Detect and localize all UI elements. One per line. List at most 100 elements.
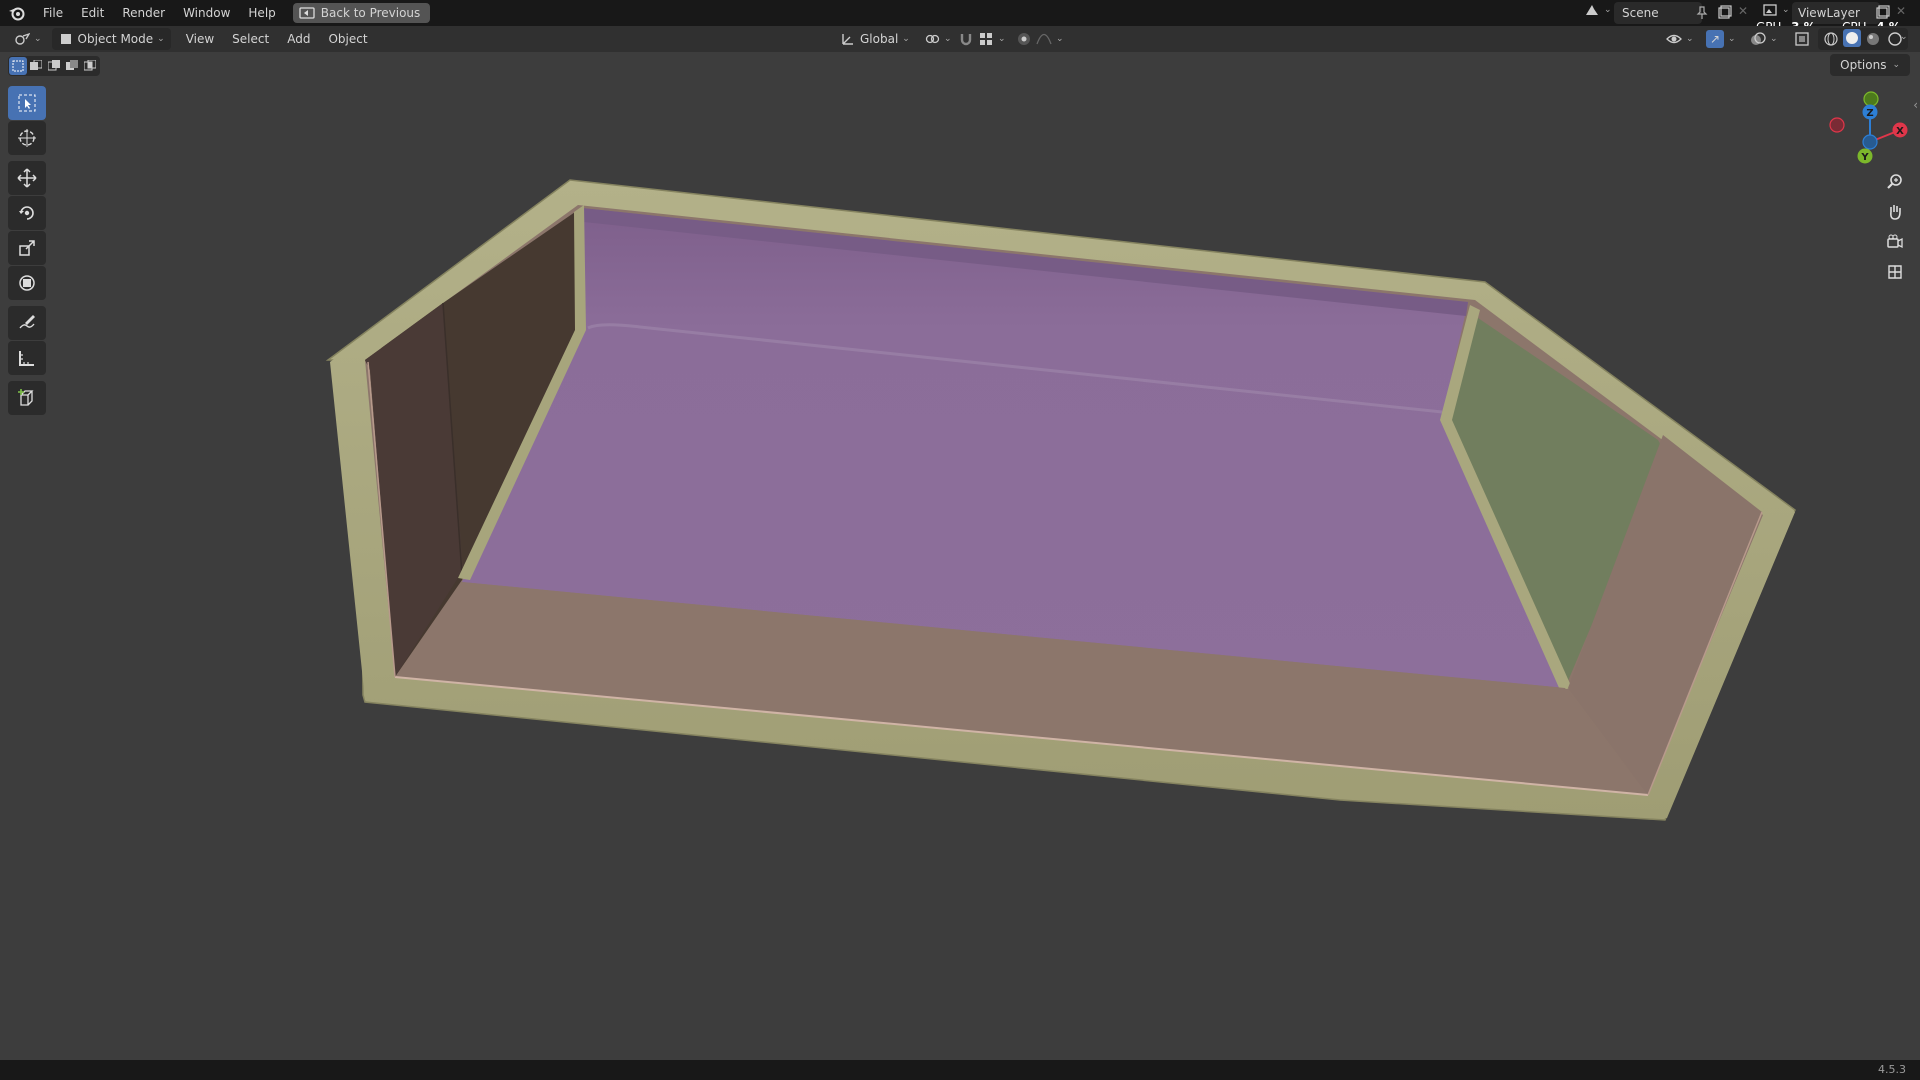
select-extend-icon[interactable] — [27, 57, 45, 75]
cursor-tool[interactable] — [8, 121, 46, 155]
new-view-layer-icon[interactable] — [1874, 5, 1890, 21]
rotate-icon — [19, 206, 34, 220]
pivot-icon — [925, 34, 940, 44]
select-intersect-icon[interactable] — [81, 57, 99, 75]
blender-logo-icon[interactable] — [0, 0, 34, 26]
scene-icon — [1586, 5, 1598, 15]
header-menu-object[interactable]: Object — [319, 26, 376, 52]
transform-orientation-selector[interactable]: Global ⌄ — [834, 28, 916, 50]
material-preview-shading-icon[interactable] — [1865, 31, 1881, 47]
overlays-icon — [1751, 32, 1766, 45]
perspective-toggle-button[interactable] — [1882, 259, 1908, 285]
tray-model[interactable] — [325, 179, 1796, 821]
rotate-tool[interactable] — [8, 196, 46, 230]
options-label: Options — [1840, 58, 1887, 72]
add-cube-icon — [18, 389, 34, 406]
orientation-axes-icon — [842, 34, 853, 45]
add-cube-tool[interactable] — [8, 381, 46, 415]
chevron-down-icon: ⌄ — [1686, 34, 1694, 44]
new-scene-icon[interactable] — [1716, 5, 1732, 21]
chevron-down-icon: ⌄ — [1604, 5, 1612, 15]
chevron-down-icon: ⌄ — [157, 34, 165, 44]
sidebar-toggle-chevron-icon[interactable]: ‹ — [1913, 98, 1918, 112]
select-box-tool[interactable] — [8, 86, 46, 120]
menu-file[interactable]: File — [34, 0, 72, 26]
back-to-previous-label: Back to Previous — [320, 6, 421, 20]
select-subtract-icon[interactable] — [45, 57, 63, 75]
pan-button[interactable] — [1882, 199, 1908, 225]
transform-icon — [19, 275, 35, 291]
chevron-down-icon: ⌄ — [998, 34, 1006, 44]
3d-viewport-icon — [15, 32, 30, 45]
editor-type-selector[interactable]: ⌄ — [8, 28, 48, 50]
menu-help[interactable]: Help — [239, 0, 284, 26]
gizmo-y-icon[interactable] — [1863, 91, 1879, 107]
hand-icon — [1890, 205, 1901, 220]
selection-mode-group — [8, 56, 100, 76]
overlays-toggle[interactable]: ⌄ — [1744, 28, 1784, 50]
view-layer-selector[interactable]: ⌄ — [1762, 2, 1790, 18]
gizmo-icon: ↗ — [1706, 30, 1724, 48]
scale-tool[interactable] — [8, 231, 46, 265]
chevron-down-icon: ⌄ — [1056, 34, 1064, 44]
move-tool[interactable] — [8, 161, 46, 195]
proportional-editing-toggle[interactable]: ⌄ — [1010, 28, 1070, 50]
snap-increment-icon — [980, 33, 992, 45]
chevron-down-icon: ⌄ — [1892, 60, 1900, 70]
menu-window[interactable]: Window — [174, 0, 239, 26]
menu-render[interactable]: Render — [113, 0, 174, 26]
eye-icon — [1666, 34, 1682, 44]
move-icon — [17, 168, 37, 188]
magnet-icon — [960, 34, 972, 46]
chevron-down-icon: ⌄ — [1728, 34, 1736, 44]
gizmo-toggle[interactable]: ↗ ⌄ — [1700, 28, 1742, 50]
scale-icon — [19, 240, 35, 256]
gizmo-y-label: Y — [1860, 152, 1869, 163]
header-menu-add[interactable]: Add — [278, 26, 319, 52]
select-invert-icon[interactable] — [63, 57, 81, 75]
gizmo-neg-x-icon[interactable] — [1829, 117, 1845, 133]
viewport-canvas[interactable] — [0, 0, 1920, 1080]
close-view-layer-icon[interactable]: ✕ — [1896, 4, 1906, 18]
zoom-magnifier-icon — [1887, 174, 1902, 189]
transform-tool[interactable] — [8, 266, 46, 300]
select-new-icon[interactable] — [9, 57, 27, 75]
camera-view-button[interactable] — [1882, 229, 1908, 255]
menu-edit[interactable]: Edit — [72, 0, 113, 26]
scene-name-field[interactable]: Scene — [1614, 2, 1702, 24]
visibility-selector[interactable]: ⌄ — [1660, 28, 1700, 50]
wireframe-shading-icon[interactable] — [1823, 31, 1839, 47]
proportional-editing-icon — [1018, 33, 1030, 45]
mode-selector[interactable]: Object Mode ⌄ — [51, 28, 171, 50]
chevron-down-icon: ⌄ — [1782, 5, 1790, 15]
back-to-previous-button[interactable]: Back to Previous — [292, 3, 431, 23]
viewport-options-button[interactable]: Options ⌄ — [1830, 54, 1910, 76]
chevron-down-icon: ⌄ — [34, 34, 42, 44]
zoom-button[interactable] — [1882, 169, 1908, 195]
pin-icon[interactable] — [1694, 5, 1710, 21]
snap-toggle[interactable]: ⌄ — [952, 28, 1012, 50]
close-scene-icon[interactable]: ✕ — [1738, 4, 1748, 18]
navigation-gizmo[interactable]: X Z Y — [1818, 86, 1908, 176]
scene-selector[interactable]: ⌄ — [1584, 2, 1612, 18]
scene-name: Scene — [1622, 6, 1659, 20]
view-layer-name: ViewLayer — [1798, 6, 1860, 20]
object-mode-icon — [60, 34, 71, 44]
chevron-down-icon: ⌄ — [1770, 34, 1778, 44]
solid-shading-icon[interactable] — [1843, 29, 1861, 47]
measure-tool[interactable] — [8, 341, 46, 375]
header-menu-select[interactable]: Select — [223, 26, 278, 52]
gizmo-x-label: X — [1896, 126, 1904, 137]
falloff-curve-icon — [1036, 33, 1052, 45]
gizmo-neg-z-icon[interactable] — [1862, 134, 1878, 150]
screen-back-icon — [299, 7, 315, 19]
cursor-icon — [18, 129, 36, 147]
measure-ruler-icon — [19, 351, 34, 366]
version-label: 4.5.3 — [1878, 1063, 1906, 1076]
grid-perspective-icon — [1888, 265, 1902, 279]
xray-toggle[interactable] — [1788, 28, 1816, 50]
header-menu-view[interactable]: View — [177, 26, 223, 52]
chevron-down-icon: ⌄ — [902, 34, 910, 44]
annotate-tool[interactable] — [8, 306, 46, 340]
shading-options-chevron-icon[interactable]: ⌄ — [1900, 32, 1908, 42]
